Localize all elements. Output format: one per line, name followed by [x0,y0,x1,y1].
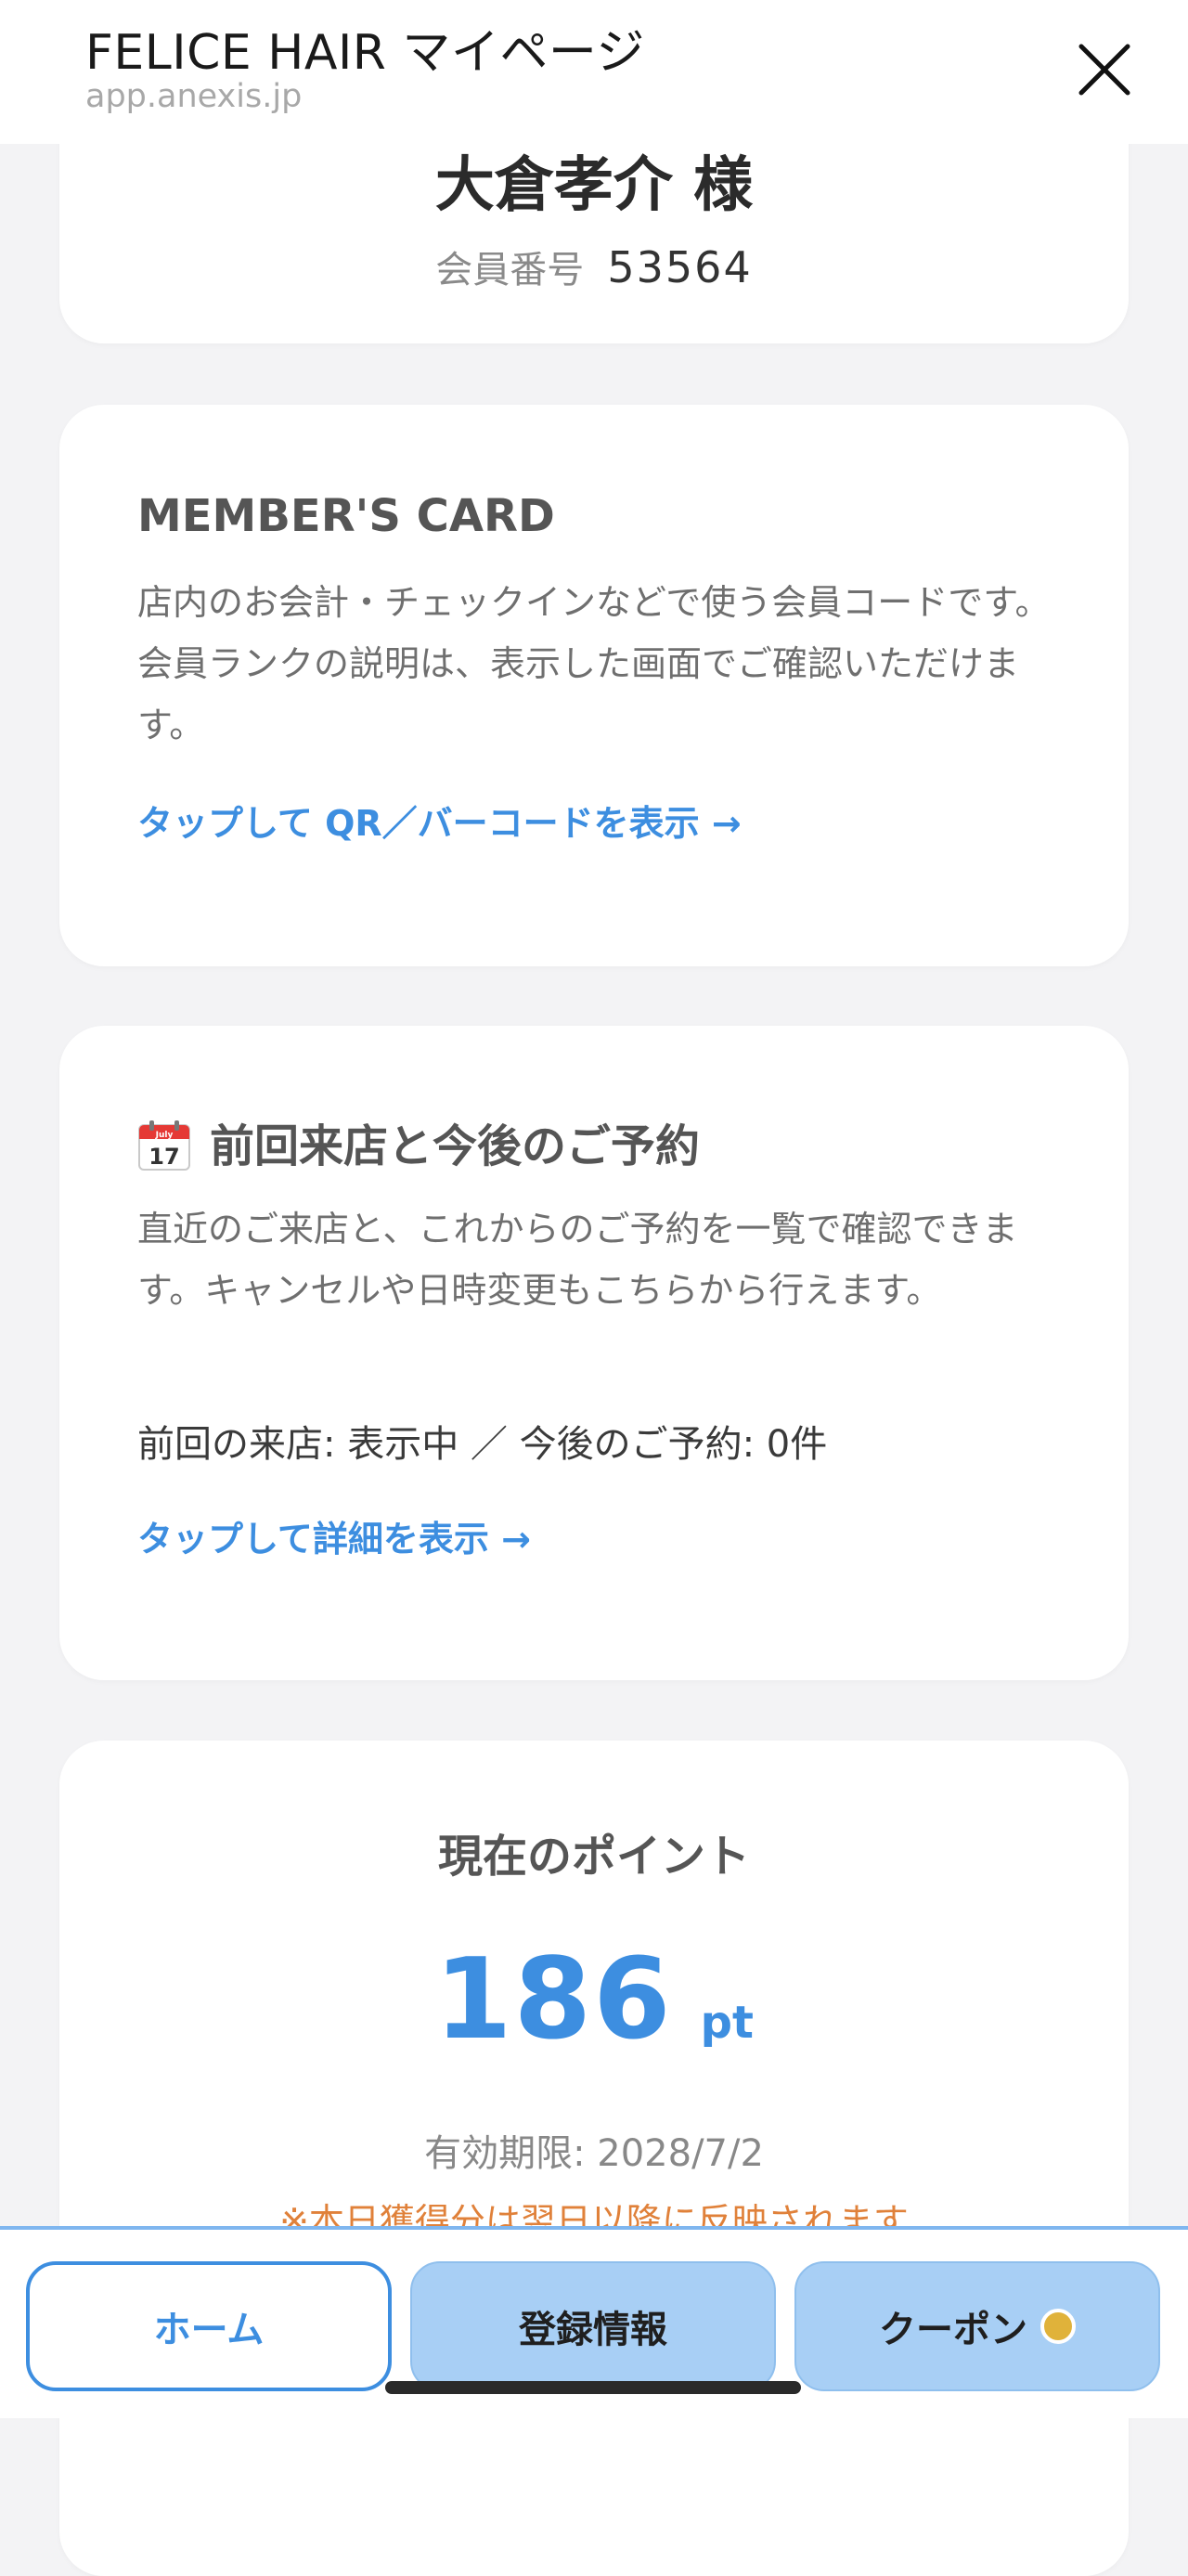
svg-text:July: July [155,1131,174,1140]
points-expiry: 有効期限: 2028/7/2 [424,2132,764,2175]
coupon-badge-dot [1040,2309,1076,2344]
close-button[interactable] [1067,32,1142,107]
close-icon [1078,44,1130,96]
show-details-link[interactable]: タップして詳細を表示 → [137,1510,531,1561]
page-url: app.anexis.jp [85,78,303,115]
nav-profile-label: 登録情報 [519,2309,667,2351]
points-value-row: 186 pt [59,1935,1129,2065]
member-id-value: 53564 [607,242,753,292]
visits-reservations-panel[interactable]: July 17 前回来店と今後のご予約 直近のご来店と、これからのご予約を一覧で… [59,1026,1129,1680]
nav-coupon-button[interactable]: クーポン [794,2261,1160,2391]
points-title: 現在のポイント [437,1831,750,1883]
visits-title: 前回来店と今後のご予約 [210,1120,701,1172]
member-id-label: 会員番号 [435,249,585,291]
points-unit: pt [700,1997,754,2049]
visits-title-row: July 17 前回来店と今後のご予約 [137,1109,700,1175]
nav-home-label: ホーム [153,2309,265,2351]
members-card-title: MEMBER'S CARD [137,490,555,542]
nav-coupon-label: クーポン [879,2309,1027,2351]
show-qr-barcode-link[interactable]: タップして QR／バーコードを表示 → [137,795,742,846]
members-card-panel[interactable]: MEMBER'S CARD 店内のお会計・チェックインなどで使う会員コードです。… [59,405,1129,966]
calendar-icon: July 17 [137,1120,191,1171]
member-name: 大倉孝介 様 [434,151,754,220]
home-indicator[interactable] [385,2381,801,2394]
top-bar: FELICE HAIR マイページ app.anexis.jp [0,0,1188,144]
member-id-row: 会員番号 53564 [59,239,1129,293]
points-panel: 現在のポイント 186 pt 有効期限: 2028/7/2 ※本日獲得分は翌日以降… [59,1741,1129,2576]
members-card-description: 店内のお会計・チェックインなどで使う会員コードです。会員ランクの説明は、表示した… [137,582,1051,745]
visits-summary: 前回の来店: 表示中 ／ 今後のご予約: 0件 [137,1423,828,1466]
points-value: 186 [434,1935,673,2065]
svg-text:17: 17 [148,1144,179,1170]
page-title: FELICE HAIR マイページ [85,25,645,81]
visits-description: 直近のご来店と、これからのご予約を一覧で確認できます。キャンセルや日時変更もこち… [137,1209,1018,1311]
nav-profile-button[interactable]: 登録情報 [410,2261,776,2391]
nav-home-button[interactable]: ホーム [26,2261,392,2391]
